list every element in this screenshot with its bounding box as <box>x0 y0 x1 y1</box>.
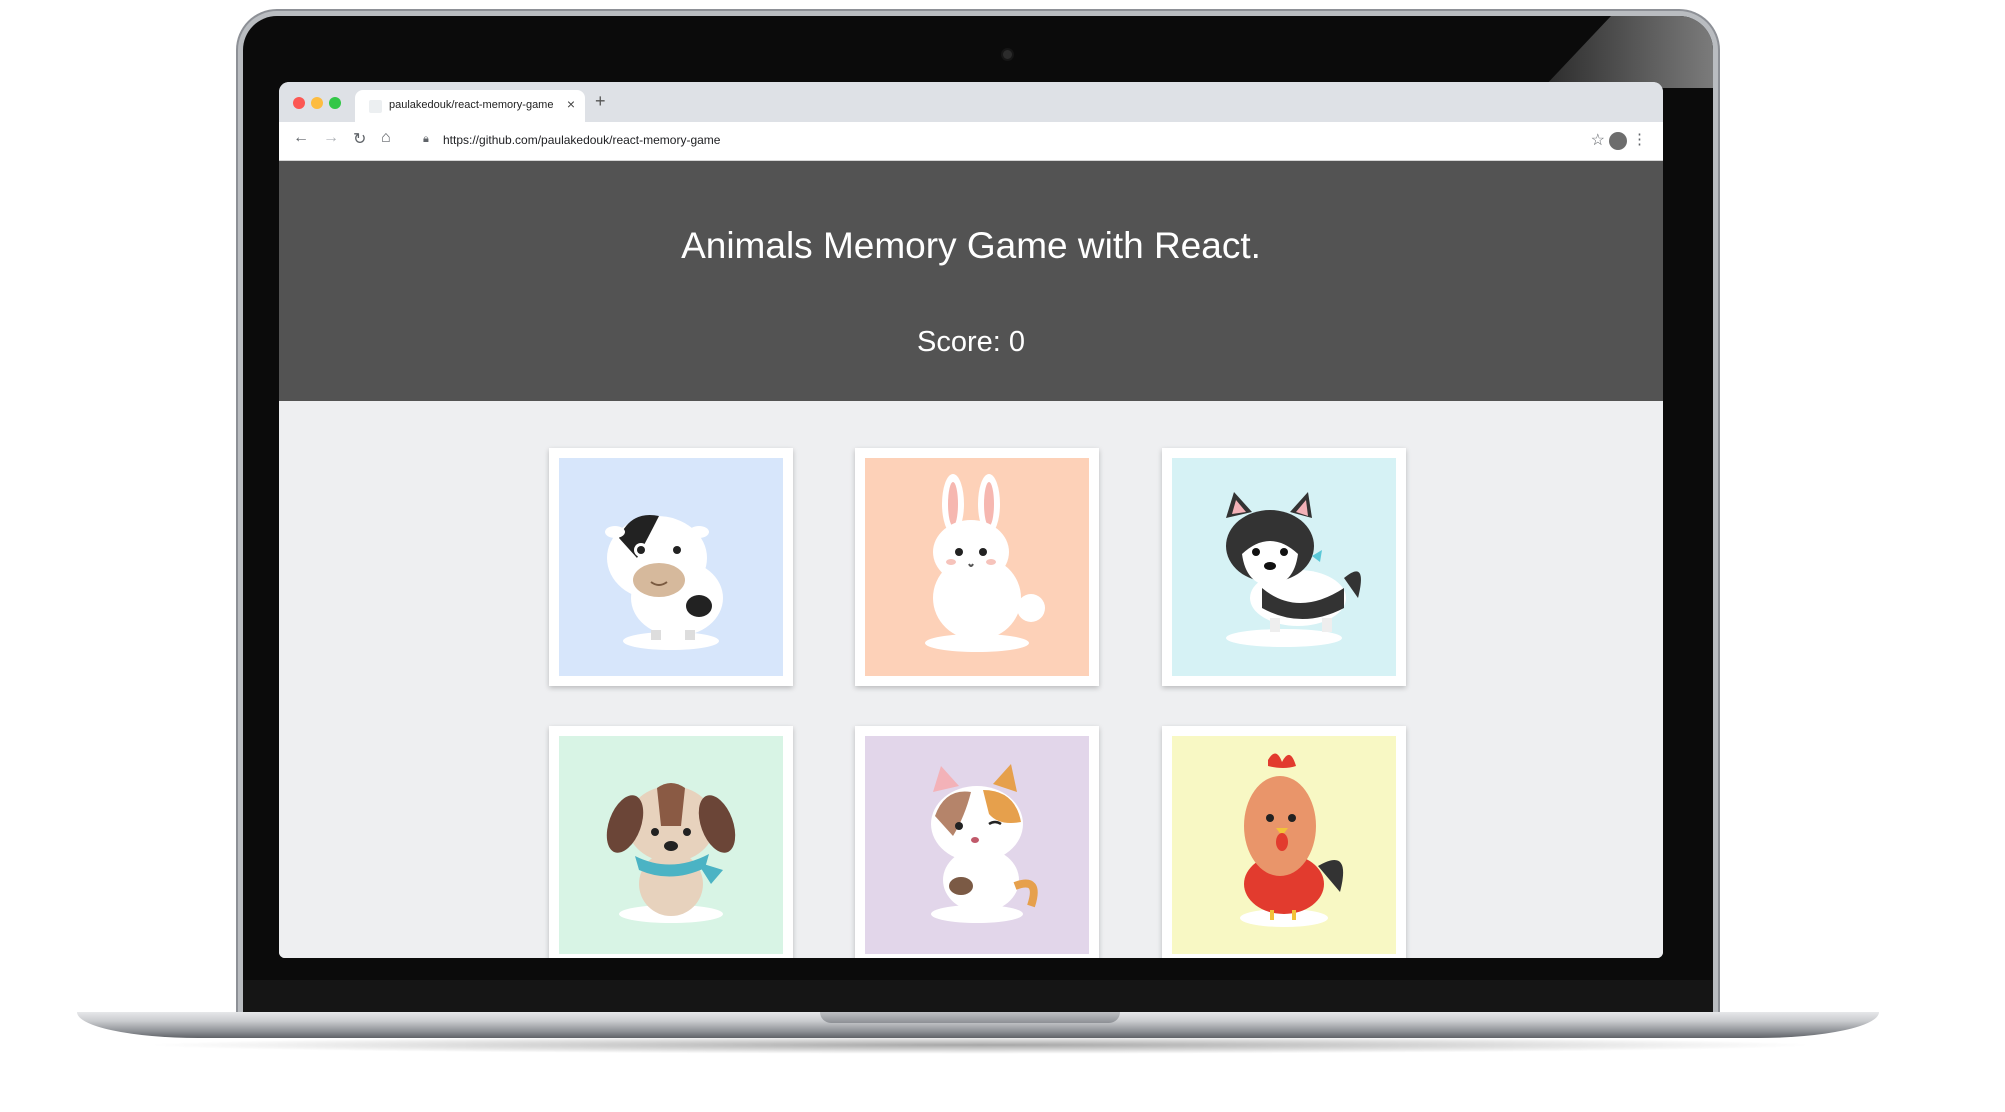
profile-avatar[interactable] <box>1609 132 1627 150</box>
score-label: Score: <box>917 326 1001 358</box>
close-tab-icon[interactable]: × <box>567 96 575 112</box>
forward-arrow-icon[interactable]: → <box>323 129 339 147</box>
card-image <box>559 458 783 676</box>
app-title: Animals Memory Game with React. <box>681 225 1261 266</box>
cat-icon <box>865 736 1089 954</box>
card-image <box>1172 458 1396 676</box>
tab-title: paulakedouk/react-memory-game <box>389 99 554 111</box>
card-image <box>559 736 783 954</box>
screen-glare <box>1543 16 1713 88</box>
home-icon[interactable]: ⌂ <box>381 129 391 147</box>
maximize-window-button[interactable] <box>329 97 341 109</box>
menu-kebab-icon[interactable]: ⋮ <box>1632 130 1647 148</box>
card-image <box>865 736 1089 954</box>
browser-tab[interactable]: paulakedouk/react-memory-game × <box>355 90 585 122</box>
rooster-icon <box>1172 736 1396 954</box>
lock-icon: 🔒︎ <box>423 133 429 145</box>
card-image <box>865 458 1089 676</box>
browser-titlebar: paulakedouk/react-memory-game × + <box>279 82 1663 122</box>
webcam <box>1003 50 1012 59</box>
puppy-icon <box>559 736 783 954</box>
laptop-shadow <box>140 1036 1820 1054</box>
laptop-chin <box>243 980 1713 1016</box>
browser-window: paulakedouk/react-memory-game × + ← → ↻ … <box>279 82 1663 958</box>
close-window-button[interactable] <box>293 97 305 109</box>
reload-icon[interactable]: ↻ <box>353 129 366 149</box>
bookmark-star-icon[interactable]: ☆ <box>1591 130 1605 150</box>
rabbit-icon <box>865 458 1089 676</box>
back-arrow-icon[interactable]: ← <box>293 129 309 147</box>
app-header: Animals Memory Game with React. Score: 0 <box>279 161 1663 401</box>
card-image <box>1172 736 1396 954</box>
new-tab-icon[interactable]: + <box>595 91 606 112</box>
favicon-icon <box>369 100 382 113</box>
card-cow[interactable] <box>549 448 793 686</box>
score-value: 0 <box>1008 326 1025 358</box>
laptop-notch <box>820 1012 1120 1023</box>
score-display: Score: 0 <box>279 326 1663 359</box>
card-cat[interactable] <box>855 726 1099 958</box>
browser-toolbar: ← → ↻ ⌂ 🔒︎ https://github.com/paulakedou… <box>279 122 1663 161</box>
card-husky[interactable] <box>1162 448 1406 686</box>
card-rooster[interactable] <box>1162 726 1406 958</box>
minimize-window-button[interactable] <box>311 97 323 109</box>
cow-icon <box>559 458 783 676</box>
card-puppy[interactable] <box>549 726 793 958</box>
address-bar[interactable]: https://github.com/paulakedouk/react-mem… <box>443 133 720 147</box>
husky-icon <box>1172 458 1396 676</box>
card-rabbit[interactable] <box>855 448 1099 686</box>
page-content: Animals Memory Game with React. Score: 0 <box>279 161 1663 958</box>
